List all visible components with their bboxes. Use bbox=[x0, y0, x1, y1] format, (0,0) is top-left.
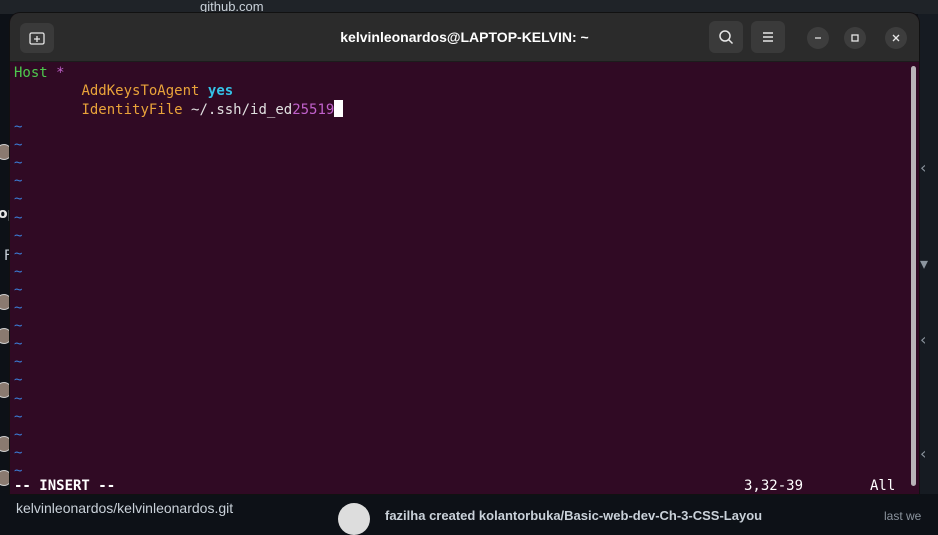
menu-button[interactable] bbox=[751, 21, 785, 53]
repo-link[interactable]: kelvinleonardos/kelvinleonardos.git bbox=[16, 500, 233, 516]
activity-time: last we bbox=[884, 509, 922, 523]
search-icon bbox=[719, 30, 734, 45]
identity-value: ~/.ssh/id_ed bbox=[191, 102, 293, 118]
new-tab-icon bbox=[29, 32, 45, 45]
activity-feed-text: fazilha created kolantorbuka/Basic-web-d… bbox=[385, 508, 763, 523]
tilde-marker: ~ bbox=[14, 426, 23, 443]
tilde-marker: ~ bbox=[14, 281, 23, 298]
editor-line-2: AddKeysToAgent yes bbox=[14, 82, 233, 100]
tilde-marker: ~ bbox=[14, 137, 23, 154]
vim-editor[interactable]: Host * AddKeysToAgent yes IdentityFile ~… bbox=[14, 62, 909, 494]
tilde-marker: ~ bbox=[14, 155, 23, 172]
browser-tab-strip: github.com bbox=[0, 0, 938, 14]
tilde-marker: ~ bbox=[14, 263, 23, 280]
chevron-left-icon: ‹ bbox=[920, 330, 927, 349]
new-tab-button[interactable] bbox=[20, 23, 54, 53]
tilde-marker: ~ bbox=[14, 372, 23, 389]
tilde-marker: ~ bbox=[14, 390, 23, 407]
browser-url-text: github.com bbox=[200, 0, 264, 14]
search-button[interactable] bbox=[709, 21, 743, 53]
maximize-icon bbox=[851, 34, 859, 42]
background-right-strip: ‹ ▾ ‹ ‹ bbox=[918, 14, 938, 518]
hamburger-menu-icon bbox=[763, 32, 773, 42]
tilde-marker: ~ bbox=[14, 209, 23, 226]
close-button[interactable] bbox=[885, 27, 907, 49]
avatar bbox=[338, 503, 370, 535]
maximize-button[interactable] bbox=[844, 27, 866, 49]
tilde-marker: ~ bbox=[14, 318, 23, 335]
addkeys-key: AddKeysToAgent bbox=[81, 83, 200, 99]
tilde-marker: ~ bbox=[14, 245, 23, 262]
text-cursor bbox=[334, 100, 344, 117]
tilde-marker: ~ bbox=[14, 119, 23, 135]
tilde-marker: ~ bbox=[14, 408, 23, 425]
scrollbar-thumb[interactable] bbox=[911, 66, 916, 486]
editor-line-1: Host * bbox=[14, 64, 65, 82]
tilde-marker: ~ bbox=[14, 227, 23, 244]
mode-indicator: -- INSERT -- bbox=[14, 478, 116, 494]
tilde-marker: ~ bbox=[14, 300, 23, 316]
tilde-marker: ~ bbox=[14, 336, 23, 353]
host-value: * bbox=[56, 65, 65, 81]
terminal-window: kelvinleonardos@LAPTOP-KELVIN: ~ Host * … bbox=[10, 13, 919, 494]
editor-line-3: IdentityFile ~/.ssh/id_ed25519 bbox=[14, 100, 344, 118]
tilde-marker: ~ bbox=[14, 444, 23, 461]
tilde-marker: ~ bbox=[14, 354, 23, 371]
minimize-icon bbox=[815, 37, 821, 39]
title-bar[interactable]: kelvinleonardos@LAPTOP-KELVIN: ~ bbox=[10, 13, 919, 62]
chevron-down-icon: ▾ bbox=[920, 254, 929, 273]
chevron-left-icon: ‹ bbox=[920, 158, 927, 177]
addkeys-value: yes bbox=[207, 83, 234, 99]
identity-value-number: 25519 bbox=[292, 102, 335, 118]
tilde-marker: ~ bbox=[14, 173, 23, 190]
close-icon bbox=[892, 34, 900, 42]
host-keyword: Host bbox=[14, 65, 48, 81]
scroll-position: All bbox=[870, 478, 896, 494]
tilde-marker: ~ bbox=[14, 191, 23, 208]
minimize-button[interactable] bbox=[807, 27, 829, 49]
identity-key: IdentityFile bbox=[81, 102, 183, 118]
cursor-position: 3,32-39 bbox=[744, 478, 804, 494]
chevron-left-icon: ‹ bbox=[920, 444, 927, 463]
